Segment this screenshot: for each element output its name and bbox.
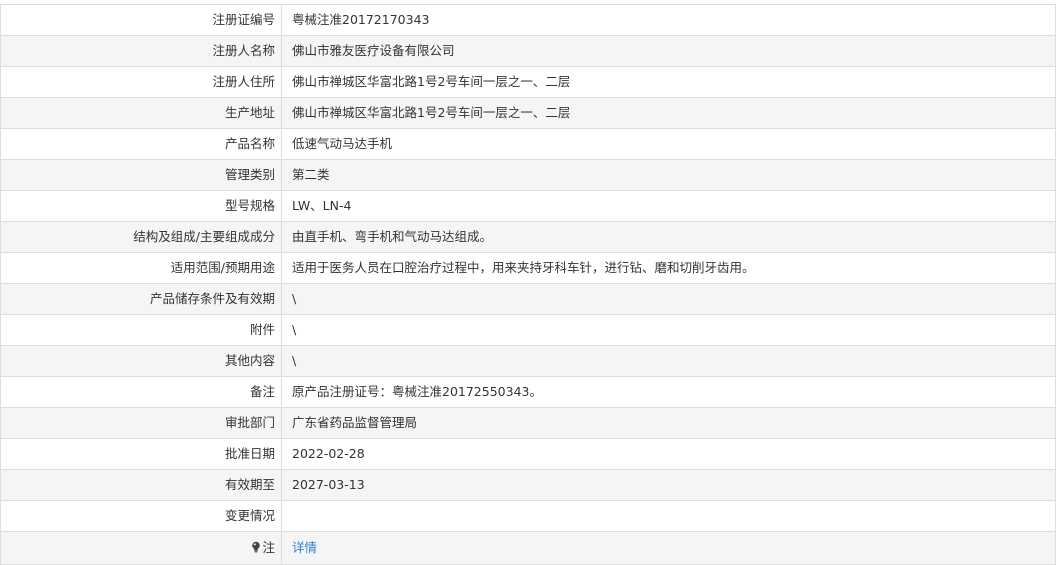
- value-management-category: 第二类: [292, 167, 330, 182]
- row-approval-date: 批准日期 2022-02-28: [1, 439, 1055, 470]
- label-storage-validity: 产品储存条件及有效期: [1, 284, 282, 314]
- label-intended-use: 适用范围/预期用途: [1, 253, 282, 283]
- label-structure-composition: 结构及组成/主要组成成分: [1, 222, 282, 252]
- row-production-address: 生产地址 佛山市禅城区华富北路1号2号车间一层之一、二层: [1, 98, 1055, 129]
- value-other-content: \: [292, 353, 297, 368]
- row-storage-validity: 产品储存条件及有效期 \: [1, 284, 1055, 315]
- label-production-address: 生产地址: [1, 98, 282, 128]
- row-change-status: 变更情况: [1, 501, 1055, 532]
- label-change-status: 变更情况: [1, 501, 282, 531]
- row-intended-use: 适用范围/预期用途 适用于医务人员在口腔治疗过程中，用来夹持牙科车针，进行钻、磨…: [1, 253, 1055, 284]
- row-model-spec: 型号规格 LW、LN-4: [1, 191, 1055, 222]
- value-storage-validity: \: [292, 291, 297, 306]
- row-registration-number: 注册证编号 粤械注准20172170343: [1, 5, 1055, 36]
- label-attachments: 附件: [1, 315, 282, 345]
- value-registrant-address: 佛山市禅城区华富北路1号2号车间一层之一、二层: [292, 74, 571, 89]
- label-note: 注: [1, 532, 282, 564]
- value-registrant-name: 佛山市雅友医疗设备有限公司: [292, 43, 455, 58]
- row-product-name: 产品名称 低速气动马达手机: [1, 129, 1055, 160]
- value-model-spec: LW、LN-4: [292, 198, 352, 213]
- row-management-category: 管理类别 第二类: [1, 160, 1055, 191]
- value-product-name: 低速气动马达手机: [292, 136, 393, 151]
- label-approval-date: 批准日期: [1, 439, 282, 469]
- label-model-spec: 型号规格: [1, 191, 282, 221]
- label-registrant-address: 注册人住所: [1, 67, 282, 97]
- note-label-text: 注: [262, 540, 275, 555]
- value-change-status: [282, 501, 1055, 531]
- value-registration-number: 粤械注准20172170343: [292, 12, 430, 27]
- value-remarks: 原产品注册证号：粤械注准20172550343。: [292, 384, 542, 399]
- value-attachments: \: [292, 322, 297, 337]
- value-valid-until: 2027-03-13: [292, 477, 365, 492]
- label-other-content: 其他内容: [1, 346, 282, 376]
- value-intended-use: 适用于医务人员在口腔治疗过程中，用来夹持牙科车针，进行钻、磨和切削牙齿用。: [292, 260, 755, 275]
- label-registration-number: 注册证编号: [1, 5, 282, 35]
- label-registrant-name: 注册人名称: [1, 36, 282, 66]
- registration-details-table: 注册证编号 粤械注准20172170343 注册人名称 佛山市雅友医疗设备有限公…: [0, 4, 1056, 565]
- value-note: 详情: [282, 532, 1055, 564]
- label-management-category: 管理类别: [1, 160, 282, 190]
- lightbulb-icon: [252, 541, 261, 553]
- label-approval-department: 审批部门: [1, 408, 282, 438]
- label-valid-until: 有效期至: [1, 470, 282, 500]
- value-approval-date: 2022-02-28: [292, 446, 365, 461]
- label-remarks: 备注: [1, 377, 282, 407]
- row-attachments: 附件 \: [1, 315, 1055, 346]
- row-registrant-name: 注册人名称 佛山市雅友医疗设备有限公司: [1, 36, 1055, 67]
- value-approval-department: 广东省药品监督管理局: [292, 415, 418, 430]
- row-other-content: 其他内容 \: [1, 346, 1055, 377]
- row-valid-until: 有效期至 2027-03-13: [1, 470, 1055, 501]
- row-structure-composition: 结构及组成/主要组成成分 由直手机、弯手机和气动马达组成。: [1, 222, 1055, 253]
- row-registrant-address: 注册人住所 佛山市禅城区华富北路1号2号车间一层之一、二层: [1, 67, 1055, 98]
- label-product-name: 产品名称: [1, 129, 282, 159]
- value-structure-composition: 由直手机、弯手机和气动马达组成。: [292, 229, 493, 244]
- details-link[interactable]: 详情: [292, 540, 317, 555]
- row-note: 注 详情: [1, 532, 1055, 565]
- value-production-address: 佛山市禅城区华富北路1号2号车间一层之一、二层: [292, 105, 571, 120]
- row-approval-department: 审批部门 广东省药品监督管理局: [1, 408, 1055, 439]
- row-remarks: 备注 原产品注册证号：粤械注准20172550343。: [1, 377, 1055, 408]
